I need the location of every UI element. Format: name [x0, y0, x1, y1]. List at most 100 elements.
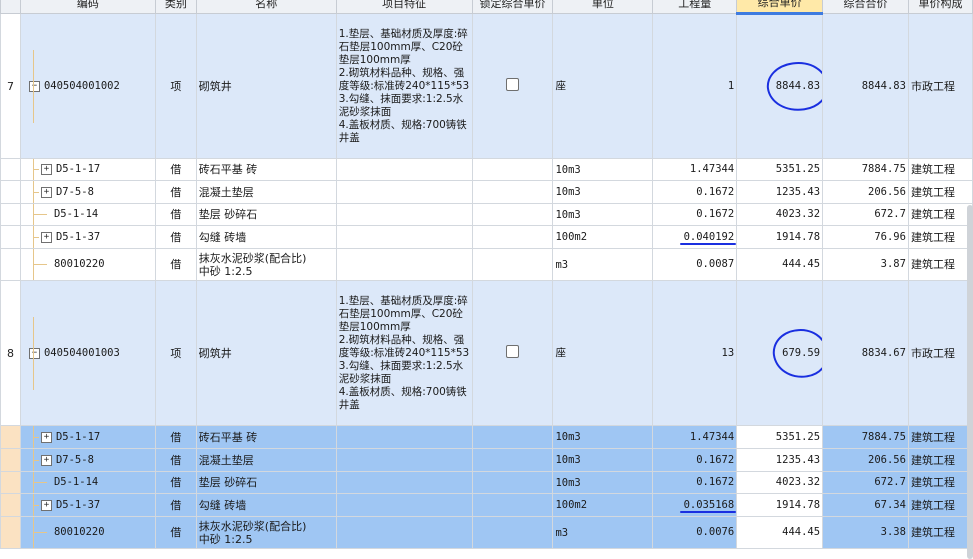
expand-toggle-icon[interactable]: +: [40, 431, 52, 443]
code-cell[interactable]: + D5-1-17: [19, 158, 156, 181]
unit-price-cell[interactable]: 4023.32: [736, 471, 824, 494]
code-cell[interactable]: D5-1-14: [19, 471, 156, 494]
name-cell[interactable]: 勾缝 砖墙: [195, 225, 337, 249]
name-cell[interactable]: 垫层 砂碎石: [195, 471, 337, 494]
features-cell[interactable]: [335, 180, 473, 204]
features-cell[interactable]: 1.垫层、基础材质及厚度:碎石垫层100mm厚、C20砼垫层100mm厚 2.砌筑…: [335, 13, 473, 159]
quota-row[interactable]: + D5-1-37 借 勾缝 砖墙 100m2 0.040192 1914.78 76.96 建…: [0, 225, 973, 249]
price-composition-cell[interactable]: 建筑工程: [907, 203, 973, 226]
lock-price-checkbox[interactable]: [505, 78, 519, 91]
features-cell[interactable]: [335, 248, 473, 281]
bill-item-row[interactable]: 7 −040504001002 项 砌筑井 1.垫层、基础材质及厚度:碎石垫层100mm…: [0, 13, 973, 159]
price-composition-cell[interactable]: 建筑工程: [907, 516, 973, 549]
lock-price-cell[interactable]: [471, 13, 554, 159]
expand-toggle-icon[interactable]: +: [40, 164, 52, 175]
header-features[interactable]: 项目特征: [335, 0, 473, 14]
header-unit[interactable]: 单位: [552, 0, 654, 14]
unit-cell[interactable]: 100m2: [552, 225, 654, 249]
price-composition-cell[interactable]: 市政工程: [907, 280, 973, 426]
quantity-cell[interactable]: 0.040192: [652, 225, 738, 249]
bill-item-row[interactable]: 8 −040504001003 项 砌筑井 1.垫层、基础材质及厚度:碎石垫层100mm…: [0, 280, 973, 426]
unit-price-cell[interactable]: 679.59: [736, 280, 824, 426]
name-cell[interactable]: 垫层 砂碎石: [195, 203, 337, 226]
price-composition-cell[interactable]: 建筑工程: [907, 180, 973, 204]
features-cell[interactable]: [335, 448, 473, 472]
price-composition-cell[interactable]: 建筑工程: [907, 471, 973, 494]
code-cell[interactable]: 80010220: [19, 248, 156, 281]
expand-toggle-icon[interactable]: +: [40, 231, 52, 243]
header-quantity[interactable]: 工程量: [652, 0, 738, 14]
unit-cell[interactable]: 10m3: [552, 471, 654, 494]
unit-cell[interactable]: m3: [552, 248, 654, 281]
unit-cell[interactable]: 10m3: [552, 203, 654, 226]
code-cell[interactable]: D5-1-14: [19, 203, 156, 226]
collapse-toggle-icon[interactable]: −: [28, 80, 40, 92]
name-cell[interactable]: 砖石平基 砖: [195, 158, 337, 181]
quantity-cell[interactable]: 0.1672: [652, 471, 738, 494]
code-cell[interactable]: + D7-5-8: [19, 180, 156, 204]
quota-row[interactable]: + D5-1-17 借 砖石平基 砖 10m3 1.47344 5351.25 7884.75…: [0, 425, 973, 449]
features-cell[interactable]: 1.垫层、基础材质及厚度:碎石垫层100mm厚、C20砼垫层100mm厚 2.砌筑…: [335, 280, 473, 426]
unit-price-cell[interactable]: 5351.25: [736, 425, 824, 449]
features-cell[interactable]: [335, 471, 473, 494]
unit-cell[interactable]: 100m2: [552, 493, 654, 517]
features-cell[interactable]: [335, 425, 473, 449]
features-cell[interactable]: [335, 493, 473, 517]
quota-row[interactable]: 80010220 借抹灰水泥砂浆(配合比) 中砂 1:2.5 m3 0.0076 444.…: [0, 516, 973, 549]
price-composition-cell[interactable]: 建筑工程: [907, 425, 973, 449]
expand-toggle-icon[interactable]: +: [40, 186, 52, 198]
quantity-cell[interactable]: 0.0076: [652, 516, 738, 549]
header-total-price[interactable]: 综合合价: [822, 0, 909, 14]
vertical-scrollbar[interactable]: [967, 205, 973, 559]
expand-toggle-icon[interactable]: +: [40, 454, 52, 466]
unit-price-cell[interactable]: 1235.43: [736, 448, 824, 472]
name-cell[interactable]: 抹灰水泥砂浆(配合比) 中砂 1:2.5: [195, 248, 337, 281]
unit-cell[interactable]: 10m3: [552, 425, 654, 449]
unit-cell[interactable]: m3: [552, 516, 654, 549]
unit-cell[interactable]: 10m3: [552, 180, 654, 204]
features-cell[interactable]: [335, 225, 473, 249]
unit-price-cell[interactable]: 1235.43: [736, 180, 824, 204]
price-composition-cell[interactable]: 建筑工程: [907, 493, 973, 517]
features-cell[interactable]: [335, 516, 473, 549]
header-code[interactable]: 编码: [19, 0, 156, 14]
unit-price-cell[interactable]: 444.45: [736, 248, 824, 281]
unit-price-cell[interactable]: 8844.83: [736, 13, 824, 159]
header-price-composition[interactable]: 单价构成: [907, 0, 973, 14]
unit-price-cell[interactable]: 5351.25: [736, 158, 824, 181]
code-cell[interactable]: + D5-1-17: [19, 425, 156, 449]
quota-row[interactable]: + D5-1-37 借 勾缝 砖墙 100m2 0.035168 1914.78 67.34 建…: [0, 493, 973, 517]
lock-price-checkbox[interactable]: [505, 345, 519, 358]
quota-row[interactable]: 80010220 借抹灰水泥砂浆(配合比) 中砂 1:2.5 m3 0.0087 444.…: [0, 248, 973, 281]
unit-price-cell[interactable]: 1914.78: [736, 493, 824, 517]
header-type[interactable]: 类别: [154, 0, 197, 14]
quantity-cell[interactable]: 0.1672: [652, 180, 738, 204]
collapse-toggle-icon[interactable]: −: [28, 347, 40, 359]
price-composition-cell[interactable]: 建筑工程: [907, 448, 973, 472]
code-cell[interactable]: −040504001003: [19, 280, 156, 426]
quota-row[interactable]: + D5-1-17 借 砖石平基 砖 10m3 1.47344 5351.25 7884.75…: [0, 158, 973, 181]
quantity-cell[interactable]: 0.1672: [652, 448, 738, 472]
header-lock-price[interactable]: 锁定综合单价: [471, 0, 554, 14]
quota-row[interactable]: + D7-5-8 借 混凝土垫层 10m3 0.1672 1235.43 206.56 建筑工程: [0, 448, 973, 472]
header-name[interactable]: 名称: [195, 0, 337, 14]
quantity-cell[interactable]: 0.0087: [652, 248, 738, 281]
header-unit-price[interactable]: 综合单价: [736, 0, 824, 15]
quota-row[interactable]: D5-1-14 借 垫层 砂碎石 10m3 0.1672 4023.32 672.7 建筑工程: [0, 203, 973, 226]
price-composition-cell[interactable]: 建筑工程: [907, 225, 973, 249]
unit-cell[interactable]: 座: [552, 280, 654, 426]
name-cell[interactable]: 砌筑井: [195, 280, 337, 426]
name-cell[interactable]: 混凝土垫层: [195, 180, 337, 204]
code-cell[interactable]: 80010220: [19, 516, 156, 549]
code-cell[interactable]: −040504001002: [19, 13, 156, 159]
quantity-cell[interactable]: 0.1672: [652, 203, 738, 226]
name-cell[interactable]: 抹灰水泥砂浆(配合比) 中砂 1:2.5: [195, 516, 337, 549]
price-composition-cell[interactable]: 建筑工程: [907, 158, 973, 181]
quantity-cell[interactable]: 13: [652, 280, 738, 426]
quantity-cell[interactable]: 1: [652, 13, 738, 159]
features-cell[interactable]: [335, 203, 473, 226]
features-cell[interactable]: [335, 158, 473, 181]
quantity-cell[interactable]: 1.47344: [652, 425, 738, 449]
price-composition-cell[interactable]: 市政工程: [907, 13, 973, 159]
unit-cell[interactable]: 10m3: [552, 448, 654, 472]
